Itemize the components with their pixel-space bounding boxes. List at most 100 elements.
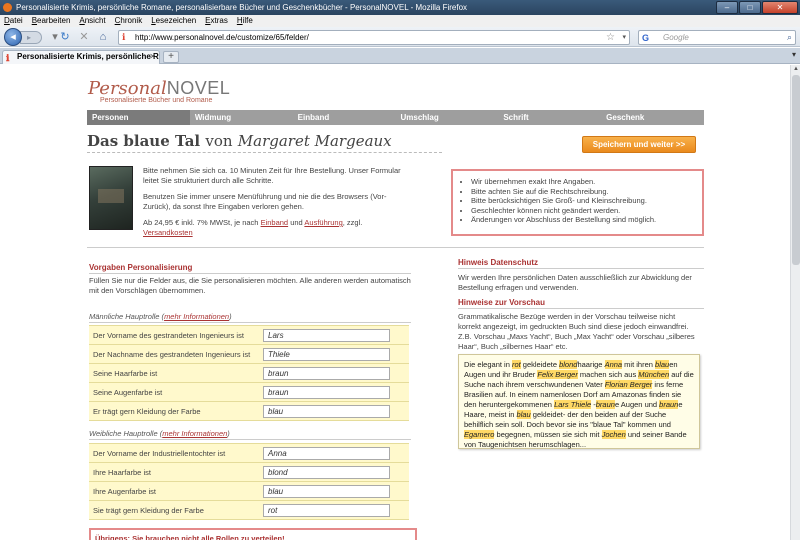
menu-chronik[interactable]: Chronik: [115, 15, 143, 27]
preview-text: Die elegant in: [464, 360, 512, 369]
step-einband[interactable]: Einband: [293, 110, 396, 125]
step-geschenk[interactable]: Geschenk: [601, 110, 704, 125]
new-tab-button[interactable]: +: [163, 51, 179, 63]
male-haircolor-input[interactable]: braun: [263, 367, 390, 380]
back-button[interactable]: ◂: [4, 28, 22, 46]
menu-hilfe[interactable]: Hilfe: [237, 15, 253, 27]
preview-text: machen sich aus: [577, 370, 639, 379]
field-label: Ihre Haarfarbe ist: [93, 468, 151, 477]
url-dropdown-icon[interactable]: ▾: [622, 31, 626, 44]
preview-text: begegnen, müssen sie sich mit: [494, 430, 602, 439]
privacy-heading: Hinweis Datenschutz: [458, 258, 539, 267]
form-row: Ihre Haarfarbe ist blond: [89, 463, 409, 482]
menu-lesezeichen[interactable]: Lesezeichen: [151, 15, 196, 27]
tab-list-icon[interactable]: ▾: [792, 50, 796, 59]
stop-icon[interactable]: ✕: [77, 30, 91, 44]
male-lastname-input[interactable]: Thiele: [263, 348, 390, 361]
logo-tagline: Personalisierte Bücher und Romane: [100, 97, 213, 104]
content-divider: [87, 247, 704, 248]
menu-extras[interactable]: Extras: [205, 15, 228, 27]
preview-highlight: Felix Berger: [537, 370, 578, 379]
step-personen[interactable]: Personen: [87, 110, 190, 125]
preview-heading: Hinweise zur Vorschau: [458, 298, 545, 307]
url-bar[interactable]: ℹ http://www.personalnovel.de/customize/…: [118, 30, 630, 45]
preview-highlight: rot: [511, 360, 521, 369]
male-eyecolor-input[interactable]: braun: [263, 386, 390, 399]
note-item: Bitte achten Sie auf die Rechtschreibung…: [471, 187, 694, 197]
reload-icon[interactable]: ↻: [58, 30, 72, 44]
form-row: Ihre Augenfarbe ist blau: [89, 482, 409, 501]
male-clothingcolor-input[interactable]: blau: [263, 405, 390, 418]
scroll-up-icon[interactable]: ▲: [791, 65, 800, 74]
book-author: Margaret Margeaux: [237, 132, 392, 150]
male-role-rule: [89, 322, 411, 323]
step-widmung[interactable]: Widmung: [190, 110, 293, 125]
form-row: Der Vorname der Industriellentochter ist…: [89, 444, 409, 463]
tab-personalnovel[interactable]: ℹ Personalisierte Krimis, persönliche R.…: [2, 50, 160, 64]
maximize-icon[interactable]: □: [739, 1, 761, 14]
minimize-icon[interactable]: –: [716, 1, 738, 14]
scrollbar-thumb[interactable]: [792, 75, 800, 265]
title-underline: [87, 152, 442, 153]
male-role-form: Der Vorname des gestrandeten Ingenieurs …: [89, 325, 409, 421]
book-title-text: Das blaue Tal: [87, 132, 201, 150]
book-von: von: [205, 132, 233, 150]
step-umschlag[interactable]: Umschlag: [395, 110, 498, 125]
forward-button[interactable]: ▸: [20, 31, 42, 44]
price-prefix: Ab 24,95 € inkl. 7% MWSt, je nach: [143, 218, 259, 227]
field-label: Der Vorname der Industriellentochter ist: [93, 449, 226, 458]
male-firstname-input[interactable]: Lars: [263, 329, 390, 342]
preview-highlight: Lars Thiele: [554, 400, 592, 409]
step-schrift[interactable]: Schrift: [498, 110, 601, 125]
firefox-icon: [3, 3, 12, 12]
female-more-info-link[interactable]: mehr Informationen: [162, 429, 227, 438]
home-icon[interactable]: ⌂: [96, 30, 110, 44]
male-role-heading: Männliche Hauptrolle (mehr Informationen…: [89, 312, 232, 321]
ausfuehrung-link[interactable]: Ausführung: [304, 218, 342, 227]
roles-warning-box: Übrigens: Sie brauchen nicht alle Rollen…: [89, 528, 417, 540]
form-row: Seine Haarfarbe ist braun: [89, 364, 409, 383]
logo-personal: Personal: [88, 78, 167, 99]
female-eyecolor-input[interactable]: blau: [263, 485, 390, 498]
close-icon[interactable]: ✕: [762, 1, 798, 14]
save-and-continue-button[interactable]: Speichern und weiter >>: [582, 136, 696, 153]
search-input[interactable]: G Google ⌕: [638, 30, 796, 45]
search-icon[interactable]: ⌕: [787, 31, 792, 44]
page-scrollbar[interactable]: ▲: [790, 65, 800, 540]
preview-text: mit ihren: [622, 360, 656, 369]
bookmark-star-icon[interactable]: ☆: [606, 31, 615, 44]
versandkosten-link[interactable]: Versandkosten: [143, 228, 193, 237]
navigation-toolbar: ▸ ◂ ▾ ↻ ✕ ⌂ ℹ http://www.personalnovel.d…: [0, 27, 800, 47]
preview-rule: [458, 308, 704, 309]
field-label: Der Vorname des gestrandeten Ingenieurs …: [93, 331, 244, 340]
tab-favicon: ℹ: [6, 53, 10, 63]
preview-highlight: blau: [516, 410, 531, 419]
field-label: Sie trägt gern Kleidung der Farbe: [93, 506, 204, 515]
male-more-info-link[interactable]: mehr Informationen: [164, 312, 229, 321]
menu-ansicht[interactable]: Ansicht: [79, 15, 105, 27]
form-row: Sie trägt gern Kleidung der Farbe rot: [89, 501, 409, 520]
google-icon[interactable]: G: [642, 32, 653, 43]
form-row: Der Nachname des gestrandeten Ingenieurs…: [89, 345, 409, 364]
field-label: Der Nachname des gestrandeten Ingenieurs…: [93, 350, 251, 359]
einband-link[interactable]: Einband: [261, 218, 289, 227]
menu-bearbeiten[interactable]: Bearbeiten: [32, 15, 71, 27]
preview-text: haarige: [577, 360, 605, 369]
form-heading: Vorgaben Personalisierung: [89, 263, 193, 272]
menu-datei[interactable]: Datei: [4, 15, 23, 27]
preview-highlight: Egamero: [464, 430, 495, 439]
tab-close-icon[interactable]: ✕: [149, 51, 156, 63]
book-cover-image: [89, 166, 133, 230]
preview-text: e Augen und: [614, 400, 660, 409]
search-placeholder: Google: [663, 33, 689, 42]
site-logo[interactable]: PersonalNOVEL Personalisierte Bücher und…: [88, 78, 230, 104]
preview-note: Grammatikalische Bezüge werden in der Vo…: [458, 312, 695, 351]
female-haircolor-input[interactable]: blond: [263, 466, 390, 479]
form-heading-rule: [89, 273, 411, 274]
preview-highlight: Jochen: [601, 430, 626, 439]
url-text: http://www.personalnovel.de/customize/65…: [135, 33, 309, 42]
female-role-form: Der Vorname der Industriellentochter ist…: [89, 443, 409, 520]
female-clothingcolor-input[interactable]: rot: [263, 504, 390, 517]
preview-highlight: blond: [559, 360, 578, 369]
female-firstname-input[interactable]: Anna: [263, 447, 390, 460]
